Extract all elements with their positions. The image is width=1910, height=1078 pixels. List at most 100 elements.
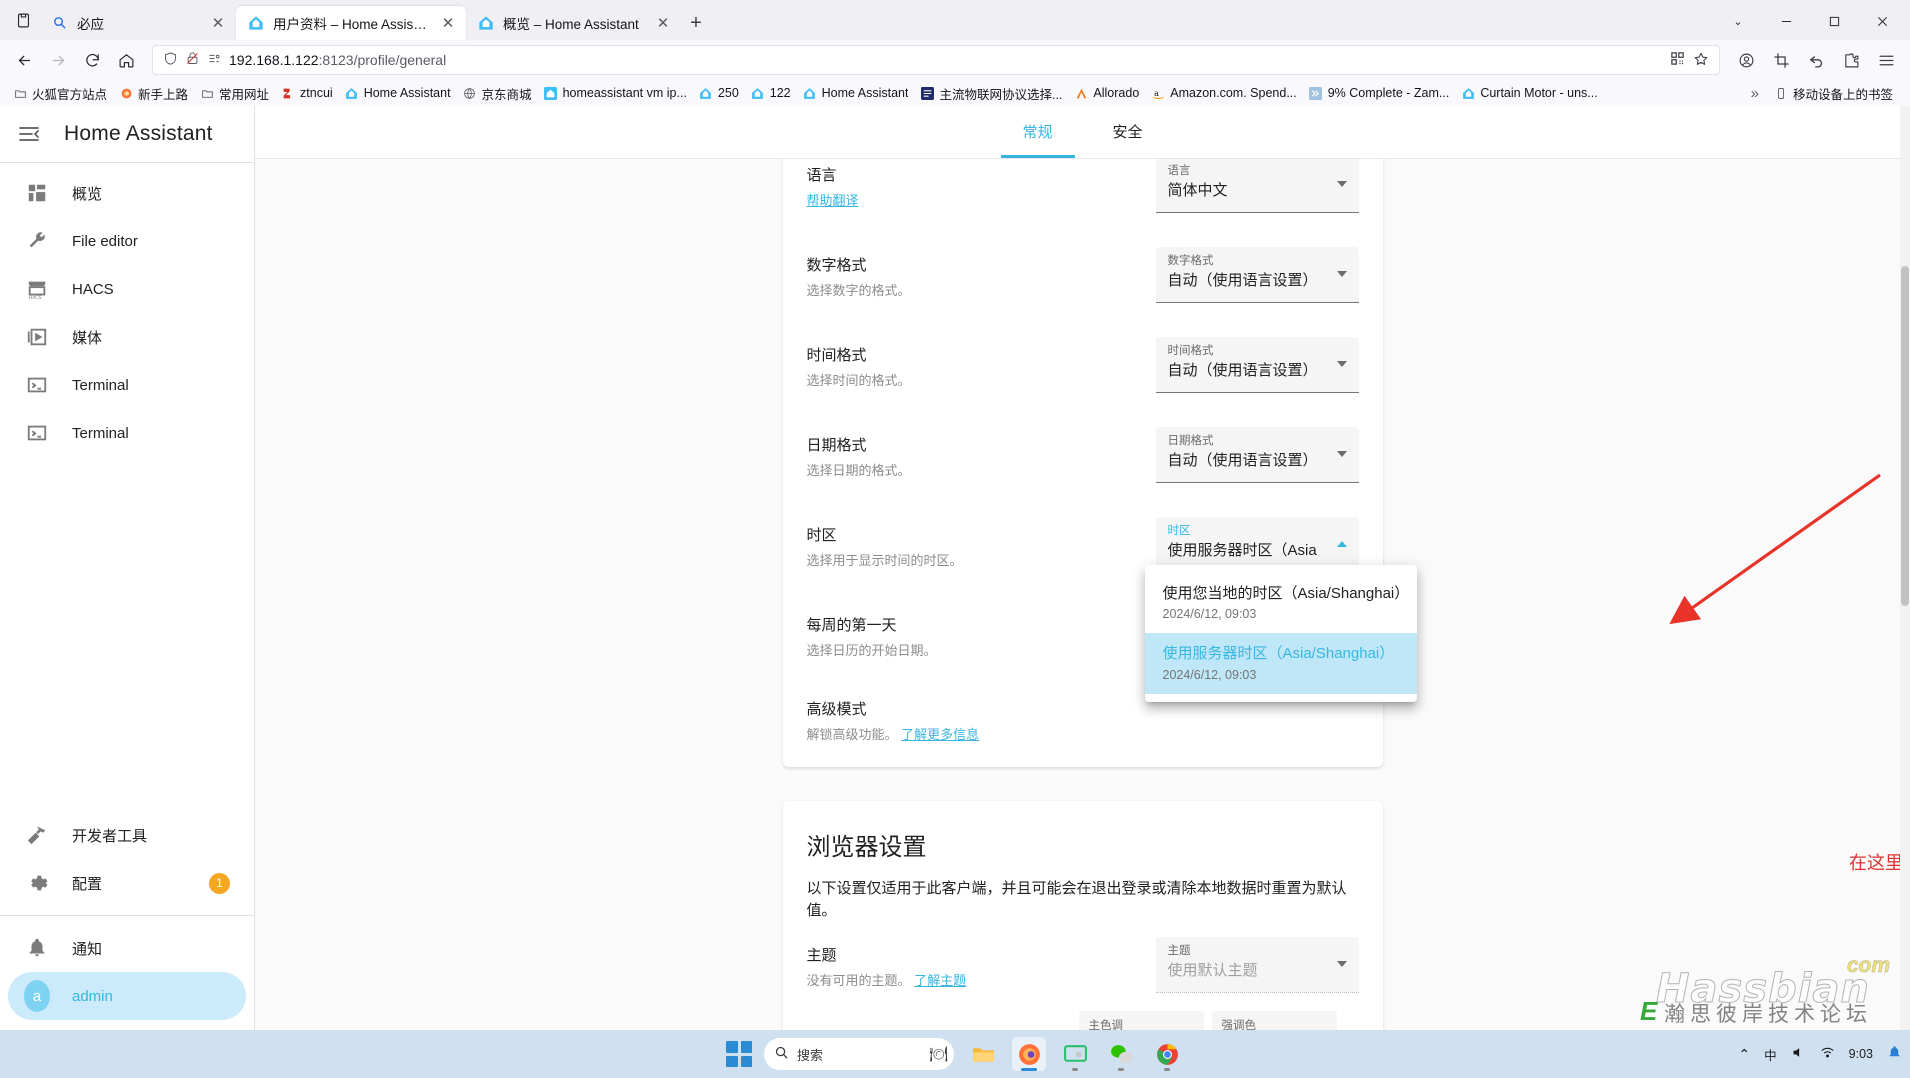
close-window-button[interactable] [1860,4,1904,38]
row-desc: 解锁高级功能。 了解更多信息 [807,725,1359,745]
file-explorer-icon[interactable] [966,1037,1000,1071]
bookmark-item[interactable]: 122 [746,84,796,102]
browser-tab-active[interactable]: 用户资料 – Home Assistant ✕ [236,6,466,40]
address-bar[interactable]: 192.168.1.122:8123/profile/general [152,45,1720,75]
sidebar-item-media[interactable]: 媒体 [8,313,246,361]
sidebar-item-admin[interactable]: a admin [8,972,246,1020]
tab-general[interactable]: 常规 [993,106,1083,158]
bookmark-item[interactable]: a Amazon.com. Spend... [1146,84,1301,102]
bookmark-item[interactable]: homeassistant vm ip... [539,84,692,102]
sidebar-item-hacs[interactable]: HACS HACS [8,265,246,313]
minimize-button[interactable] [1764,4,1808,38]
select-label: 日期格式 [1167,434,1214,447]
setting-row-timezone: 时区 选择用于显示时间的时区。 时区 使用服务器时区（Asia 使用您当地的时区… [783,503,1417,703]
sidebar-item-developer-tools[interactable]: 开发者工具 [8,811,246,859]
search-input[interactable]: 搜索 🍽 [764,1038,954,1070]
close-icon[interactable]: ✕ [208,13,228,33]
select-value: 简体中文 [1167,181,1228,199]
bell-icon[interactable] [1887,1045,1902,1063]
help-translate-link[interactable]: 帮助翻译 [807,193,859,208]
bookmark-item[interactable]: Allorado [1069,84,1144,102]
windows-start-icon[interactable] [726,1041,752,1067]
browser-tab[interactable]: 必应 ✕ [40,6,236,40]
bookmarks-chevron-icon[interactable]: » [1751,85,1759,102]
theme-mode-row: 自动 浅色 深色 主色调 强调色 [783,1007,1383,1030]
qr-code-icon[interactable] [1670,51,1685,69]
bookmark-item[interactable]: 火狐官方站点 [8,82,112,105]
bookmark-item[interactable]: 250 [694,84,744,102]
chevron-down-icon [1336,270,1347,277]
scrollbar-thumb[interactable] [1901,266,1909,606]
row-link-wrap: 帮助翻译 [807,191,1156,211]
tray-chevron-icon[interactable]: ⌃ [1738,1046,1750,1063]
home-assistant-icon [803,86,817,100]
network-icon[interactable] [1820,1045,1835,1063]
speaker-icon[interactable] [1791,1045,1806,1063]
bookmark-label: 京东商城 [481,87,532,102]
chrome-icon[interactable] [1150,1037,1184,1071]
sidebar-item-notifications[interactable]: 通知 [8,924,246,972]
tab-list-dropdown-icon[interactable]: ⌄ [1716,4,1760,38]
extensions-icon[interactable] [1835,44,1867,76]
forward-icon[interactable] [42,44,74,76]
settings-scroll-area[interactable]: 语言 帮助翻译 语言 简体中文 数字格式 选择数字的格式。 数字格式 自动（使用… [255,158,1910,1030]
bookmark-label: 9% Complete - Zam... [1327,86,1450,100]
bookmark-item[interactable]: 常用网址 [195,82,274,105]
taskbar-center: 搜索 🍽 [726,1037,1184,1071]
bookmark-item[interactable]: 主流物联网协议选择... [915,82,1067,105]
number-format-select[interactable]: 数字格式 自动（使用语言设置） [1155,246,1359,303]
sidebar-item-terminal-1[interactable]: Terminal [8,361,246,409]
bookmark-item[interactable]: 京东商城 [458,82,537,105]
wechat-icon[interactable] [1104,1037,1138,1071]
dropdown-option-server[interactable]: 使用服务器时区（Asia/Shanghai） 2024/6/12, 09:03 [1144,633,1417,695]
shield-icon[interactable] [163,51,178,69]
browser-tab[interactable]: 概览 – Home Assistant ✕ [466,6,681,40]
sidebar-item-settings[interactable]: 配置 1 [8,859,246,907]
mobile-bookmarks-item[interactable]: 移动设备上的书签 [1769,82,1898,105]
accent-color-picker[interactable]: 强调色 [1211,1010,1337,1030]
firefox-icon[interactable] [1012,1037,1046,1071]
theme-select[interactable]: 主题 使用默认主题 [1155,936,1359,993]
star-icon[interactable] [1693,51,1709,70]
learn-more-link[interactable]: 了解更多信息 [901,727,979,742]
ime-indicator[interactable]: 中 [1764,1045,1777,1064]
timezone-dropdown[interactable]: 使用您当地的时区（Asia/Shanghai） 2024/6/12, 09:03… [1144,564,1417,703]
sidebar-item-file-editor[interactable]: File editor [8,217,246,265]
new-tab-button[interactable]: + [681,8,711,38]
account-icon[interactable] [1730,44,1762,76]
select-label: 数字格式 [1167,254,1214,267]
menu-collapse-icon[interactable] [16,121,42,147]
close-icon[interactable]: ✕ [438,13,458,33]
bookmark-item[interactable]: 9% Complete - Zam... [1304,84,1455,102]
bookmark-item[interactable]: ztncui [276,84,338,102]
remote-desktop-icon[interactable] [1058,1037,1092,1071]
undo-icon[interactable] [1800,44,1832,76]
bookmark-item[interactable]: 新手上路 [114,82,193,105]
time-format-select[interactable]: 时间格式 自动（使用语言设置） [1155,336,1359,393]
bookmark-item[interactable]: Curtain Motor - uns... [1456,84,1602,102]
taskbar-clock[interactable]: 9:03 [1849,1047,1873,1061]
page-scrollbar[interactable] [1900,106,1910,1030]
home-icon[interactable] [110,44,142,76]
bookmark-item[interactable]: Home Assistant [798,84,914,102]
dropdown-option-local[interactable]: 使用您当地的时区（Asia/Shanghai） 2024/6/12, 09:03 [1145,573,1417,634]
tab-list-icon[interactable] [6,3,40,37]
language-select[interactable]: 语言 简体中文 [1155,158,1359,213]
learn-themes-link[interactable]: 了解主题 [914,973,966,988]
close-icon[interactable]: ✕ [653,13,673,33]
permission-blocked-icon[interactable] [185,51,200,69]
date-format-select[interactable]: 日期格式 自动（使用语言设置） [1155,426,1359,483]
sidebar-item-overview[interactable]: 概览 [8,169,246,217]
sidebar-item-terminal-2[interactable]: Terminal [8,409,246,457]
back-icon[interactable] [8,44,40,76]
select-value: 使用默认主题 [1167,961,1258,979]
reload-icon[interactable] [76,44,108,76]
maximize-button[interactable] [1812,4,1856,38]
row-desc: 没有可用的主题。 了解主题 [807,971,1156,991]
tab-security[interactable]: 安全 [1083,106,1173,158]
bookmark-item[interactable]: Home Assistant [340,84,456,102]
screenshot-icon[interactable] [1765,44,1797,76]
reader-view-icon[interactable] [207,51,222,69]
primary-color-picker[interactable]: 主色调 [1078,1010,1204,1030]
hamburger-menu-icon[interactable] [1870,44,1902,76]
